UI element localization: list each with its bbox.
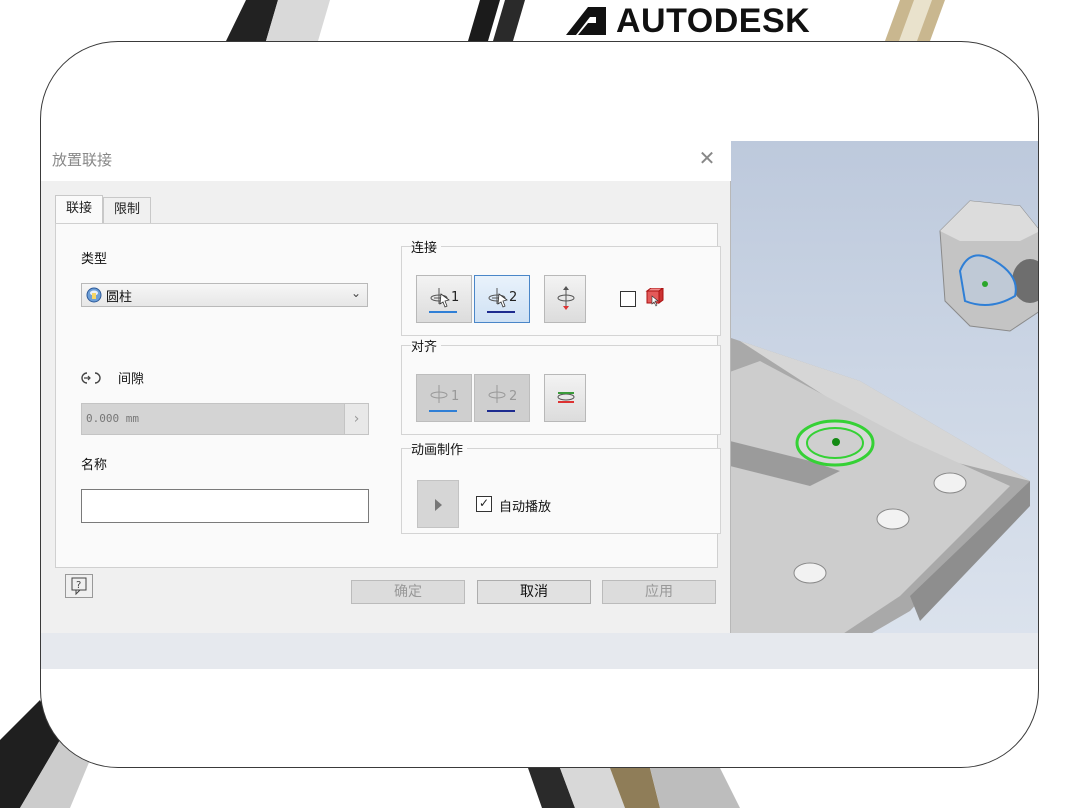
check-icon: ✓ <box>478 496 490 510</box>
autodesk-wordmark: AUTODESK <box>616 2 811 40</box>
close-icon[interactable]: ✕ <box>696 147 718 169</box>
viewport-bottom-strip <box>41 633 1038 669</box>
pick-origin-2-icon <box>487 288 515 313</box>
plate-hole-3 <box>793 562 827 584</box>
align-group-title: 对齐 <box>411 336 442 355</box>
help-icon: ? <box>71 577 87 596</box>
joint-type-select[interactable]: 圆柱 ⌄ <box>81 283 368 307</box>
tab-limits[interactable]: 限制 <box>103 197 152 223</box>
chevron-right-icon[interactable]: › <box>344 404 368 434</box>
autoplay-checkbox[interactable]: ✓ <box>476 496 492 512</box>
align-2-button[interactable]: 2 <box>474 374 530 422</box>
tab-joint[interactable]: 联接 <box>55 195 104 223</box>
help-button[interactable]: ? <box>65 574 93 598</box>
tab-bar: 联接 限制 <box>55 195 152 223</box>
gap-value: 0.000 mm <box>86 412 139 425</box>
gap-label: 间隙 <box>118 372 145 387</box>
pick-origin-1-icon <box>429 288 457 313</box>
flip-component-button[interactable] <box>544 275 586 323</box>
flip-align-icon <box>557 392 575 403</box>
pick-origin-1-button[interactable]: 1 <box>416 275 472 323</box>
dialog-titlebar: 放置联接 ✕ <box>41 141 731 181</box>
gap-icon <box>81 372 101 384</box>
autodesk-mark-icon <box>566 7 606 35</box>
cylindrical-joint-icon <box>86 287 102 303</box>
3d-viewport[interactable] <box>610 141 1038 669</box>
dialog-title: 放置联接 <box>52 151 113 169</box>
screenshot-area: 放置联接 ✕ 联接 限制 类型 圆柱 ⌄ 间隙 0.000 mm › 名称 连接… <box>41 141 1038 669</box>
cancel-button[interactable]: 取消 <box>477 580 591 604</box>
align-1-icon <box>429 385 457 412</box>
autoplay-label: 自动播放 <box>499 500 552 515</box>
content-card: 放置联接 ✕ 联接 限制 类型 圆柱 ⌄ 间隙 0.000 mm › 名称 连接… <box>40 41 1039 768</box>
name-label: 名称 <box>81 458 108 473</box>
grounded-component-icon <box>645 288 664 307</box>
align-2-icon <box>487 385 515 412</box>
gap-field[interactable]: 0.000 mm › <box>81 403 369 435</box>
ground-checkbox[interactable] <box>620 291 636 307</box>
plate-hole-1 <box>933 472 967 494</box>
tab-panel: 类型 圆柱 ⌄ 间隙 0.000 mm › 名称 连接 1 2 对齐 1 2 动… <box>55 223 721 568</box>
joint-type-value: 圆柱 <box>106 289 133 305</box>
ok-button[interactable]: 确定 <box>351 580 465 604</box>
name-field[interactable] <box>81 489 369 523</box>
flip-component-icon <box>557 286 575 310</box>
animate-group-title: 动画制作 <box>411 439 468 458</box>
play-button[interactable] <box>417 480 459 528</box>
align-1-label: 1 <box>451 389 460 404</box>
align-2-label: 2 <box>509 389 518 404</box>
svg-text:?: ? <box>76 580 81 591</box>
connect-group-title: 连接 <box>411 237 442 256</box>
autodesk-logo: AUTODESK <box>566 2 810 40</box>
pick-origin-2-label: 2 <box>509 290 518 305</box>
place-joint-dialog: 放置联接 ✕ 联接 限制 类型 圆柱 ⌄ 间隙 0.000 mm › 名称 连接… <box>41 141 731 633</box>
flip-align-button[interactable] <box>544 374 586 422</box>
type-label: 类型 <box>81 252 108 267</box>
plate-hole-2 <box>876 508 910 530</box>
pick-origin-2-button[interactable]: 2 <box>474 275 530 323</box>
align-1-button[interactable]: 1 <box>416 374 472 422</box>
apply-button[interactable]: 应用 <box>602 580 716 604</box>
chevron-down-icon: ⌄ <box>350 286 361 300</box>
pick-origin-1-label: 1 <box>451 290 460 305</box>
